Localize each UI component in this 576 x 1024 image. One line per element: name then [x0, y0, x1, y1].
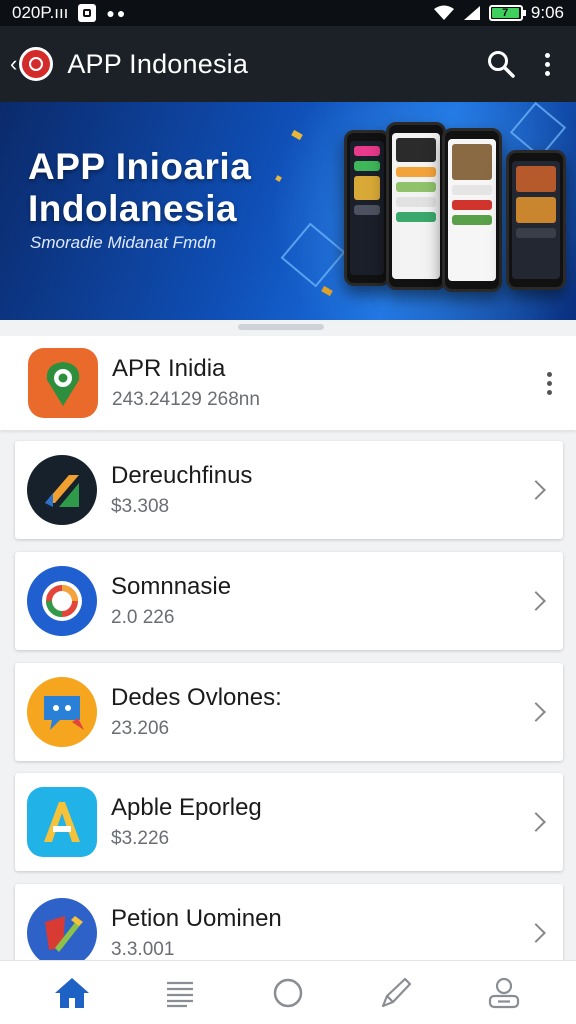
promo-banner[interactable]: APP Inioaria Indolanesia Smoradie Midana…	[0, 102, 576, 320]
chevron-right-icon	[526, 591, 546, 611]
back-arrow-icon[interactable]: ‹	[10, 51, 17, 77]
pencil-logo-icon	[27, 898, 97, 968]
chevron-right-icon	[526, 812, 546, 832]
featured-app-name: APR Inidia	[112, 355, 226, 382]
featured-app-detail: 243.24129 268nn	[112, 389, 260, 410]
app-logo-icon	[19, 47, 54, 81]
battery-label: 7	[502, 7, 509, 19]
nav-profile[interactable]	[474, 968, 534, 1018]
app-name: Dedes Ovlones:	[111, 684, 282, 711]
app-title: APP Indonesia	[67, 48, 249, 79]
battery-level: 7	[491, 7, 519, 19]
drag-handle[interactable]	[238, 324, 324, 330]
banner-subtitle: Smoradie Midanat Fmdn	[30, 233, 217, 252]
phone-mockup-image	[386, 122, 446, 290]
app-name: Petion Uominen	[111, 905, 282, 932]
app-name: Somnnasie	[111, 573, 232, 600]
banner-headline-line2: Indolanesia	[28, 188, 238, 229]
banner-headline: APP Inioaria Indolanesia	[28, 146, 251, 230]
phone-mockup-image	[344, 130, 390, 286]
slash-logo-icon	[27, 455, 97, 525]
app-detail: $3.308	[111, 496, 170, 517]
chevron-right-icon	[526, 702, 546, 722]
list-icon	[167, 981, 193, 1007]
app-detail: 2.0 226	[111, 607, 175, 628]
app-name: Apble Eporleg	[111, 794, 262, 821]
featured-app-row[interactable]: APR Inidia 243.24129 268nn	[0, 336, 576, 430]
list-item[interactable]: Dedes Ovlones: 23.206	[15, 663, 563, 761]
ring-logo-icon	[27, 566, 97, 636]
banner-headline-line1: APP Inioaria	[28, 146, 252, 187]
more-vert-icon[interactable]	[545, 52, 550, 76]
circle-icon	[273, 978, 303, 1007]
nav-pen[interactable]	[366, 968, 426, 1018]
list-item[interactable]: Apble Eporleg $3.226	[15, 773, 563, 871]
notification-icon	[78, 4, 97, 22]
phone-mockup-image	[442, 128, 502, 292]
bottom-navigation	[0, 960, 576, 1024]
pen-icon	[381, 977, 412, 1007]
profile-icon	[488, 977, 520, 1008]
map-pin-icon	[28, 348, 98, 418]
battery-icon: 7	[488, 5, 526, 21]
nav-list[interactable]	[150, 968, 210, 1018]
more-notifications-icon: ●●	[106, 5, 128, 21]
status-time: 9:06	[530, 3, 564, 22]
more-vert-icon[interactable]	[547, 371, 552, 395]
status-carrier: 020P.ııı	[12, 3, 69, 22]
nav-home[interactable]	[42, 968, 102, 1018]
app-name: Dereuchfinus	[111, 462, 253, 489]
app-detail: $3.226	[111, 828, 170, 849]
app-detail: 3.3.001	[111, 939, 175, 960]
list-item[interactable]: Dereuchfinus $3.308	[15, 441, 563, 539]
search-icon[interactable]	[487, 50, 515, 78]
app-detail: 23.206	[111, 718, 170, 739]
nav-circle[interactable]	[258, 968, 318, 1018]
chat-bubble-icon	[27, 677, 97, 747]
app-bar: ‹ APP Indonesia	[0, 26, 576, 102]
phone-mockup-image	[506, 150, 566, 290]
list-item[interactable]: Somnnasie 2.0 226	[15, 552, 563, 650]
status-bar: 020P.ııı ●● 7 9:06	[0, 0, 576, 26]
wifi-icon	[433, 5, 454, 20]
chevron-right-icon	[526, 923, 546, 943]
signal-icon	[463, 6, 480, 20]
letter-a-icon	[27, 787, 97, 857]
home-icon	[55, 977, 89, 1008]
chevron-right-icon	[526, 480, 546, 500]
